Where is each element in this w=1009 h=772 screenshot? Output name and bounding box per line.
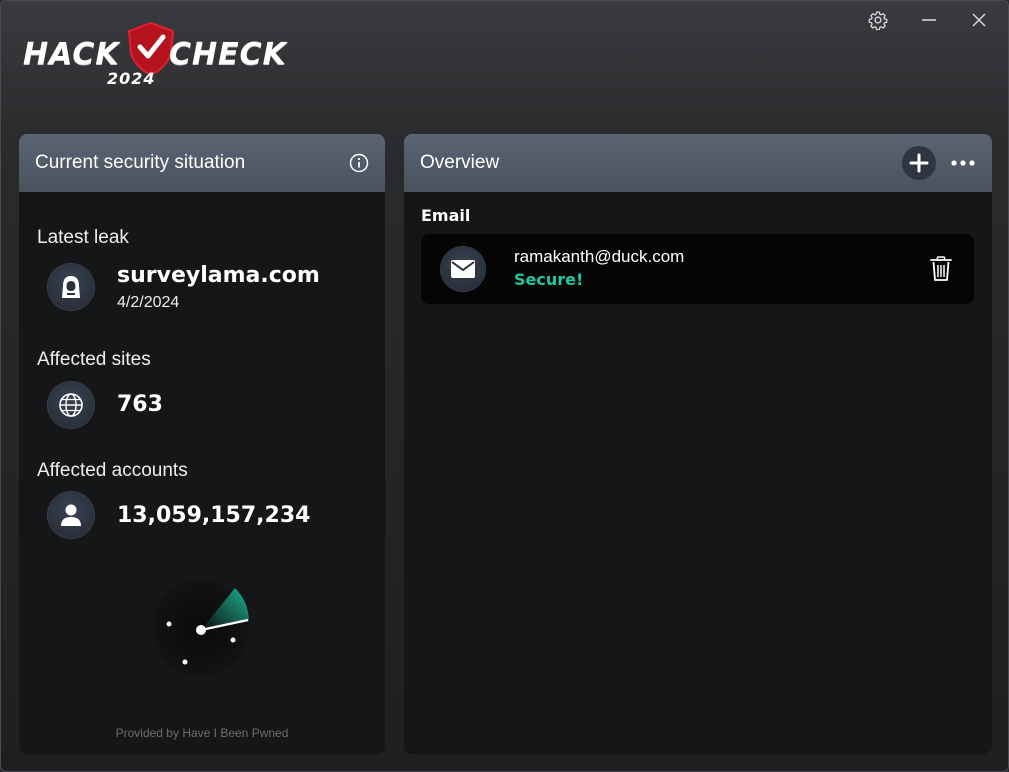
more-options-button[interactable] xyxy=(948,148,978,178)
affected-sites-label: Affected sites xyxy=(37,349,151,370)
email-avatar xyxy=(441,247,485,291)
gear-icon xyxy=(868,11,888,30)
app-window: HACK CHECK 2024 Current security situati… xyxy=(0,0,1009,772)
user-avatar xyxy=(48,492,94,538)
user-icon xyxy=(61,504,81,526)
envelope-icon xyxy=(451,260,475,278)
affected-accounts-label: Affected accounts xyxy=(37,460,188,481)
affected-accounts-value: 13,059,157,234 xyxy=(117,503,311,528)
logo-text-hack: HACK xyxy=(23,37,120,72)
globe-avatar xyxy=(48,382,94,428)
latest-leak-site: surveylama.com xyxy=(117,263,320,288)
settings-button[interactable] xyxy=(863,7,893,33)
overview-panel: Overview Email ramakanth@duck.com Secure… xyxy=(404,134,992,754)
email-list-item[interactable]: ramakanth@duck.com Secure! xyxy=(421,234,974,304)
security-situation-panel: Current security situation Latest leak s… xyxy=(19,134,385,754)
logo-text-check: CHECK xyxy=(169,37,287,72)
overview-panel-title: Overview xyxy=(420,152,500,173)
add-email-button[interactable] xyxy=(902,146,936,180)
logo-year: 2024 xyxy=(107,69,156,88)
more-horizontal-icon xyxy=(951,160,975,166)
minimize-icon xyxy=(922,19,936,21)
affected-sites-value: 763 xyxy=(117,392,163,417)
overview-panel-header: Overview xyxy=(404,134,992,192)
security-panel-title: Current security situation xyxy=(35,152,246,173)
overview-actions xyxy=(902,146,978,180)
hacker-avatar xyxy=(48,264,94,310)
email-section-label: Email xyxy=(421,206,471,225)
trash-icon[interactable] xyxy=(930,256,952,282)
plus-icon xyxy=(909,153,929,173)
hacker-icon xyxy=(62,276,80,298)
provided-by-text: Provided by Have I Been Pwned xyxy=(115,726,289,740)
close-button[interactable] xyxy=(964,7,994,33)
info-icon[interactable] xyxy=(349,153,369,173)
app-logo: HACK CHECK 2024 xyxy=(21,19,311,91)
email-status: Secure! xyxy=(514,270,584,289)
radar-scan-icon xyxy=(153,580,249,676)
minimize-button[interactable] xyxy=(914,7,944,33)
security-panel-header: Current security situation xyxy=(19,134,385,192)
close-icon xyxy=(972,13,986,27)
latest-leak-label: Latest leak xyxy=(37,227,129,248)
globe-icon xyxy=(59,393,83,417)
latest-leak-date: 4/2/2024 xyxy=(117,294,180,311)
email-address: ramakanth@duck.com xyxy=(514,247,685,266)
